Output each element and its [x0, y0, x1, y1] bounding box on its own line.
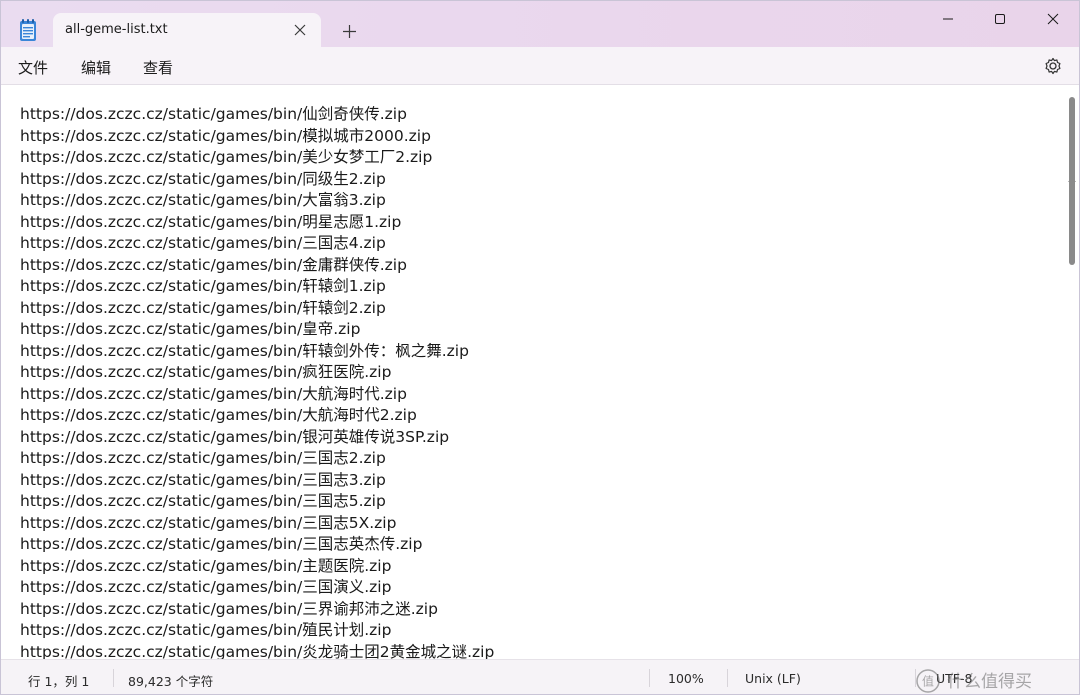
- text-line: https://dos.zczc.cz/static/games/bin/轩辕剑…: [20, 341, 469, 360]
- title-bar: all-geme-list.txt: [1, 1, 1079, 47]
- watermark-logo: 值 什么值得买: [916, 669, 1032, 693]
- text-line: https://dos.zczc.cz/static/games/bin/三国志…: [20, 535, 423, 553]
- text-line: https://dos.zczc.cz/static/games/bin/大航海…: [20, 384, 407, 403]
- text-line: https://dos.zczc.cz/static/games/bin/三国演…: [20, 578, 392, 596]
- svg-text:什么值得买: 什么值得买: [947, 672, 1032, 692]
- svg-text:值: 值: [922, 674, 934, 689]
- menu-file[interactable]: 文件: [18, 57, 48, 78]
- plus-icon: [342, 24, 356, 38]
- text-line: https://dos.zczc.cz/static/games/bin/银河英…: [20, 427, 450, 446]
- text-line: https://dos.zczc.cz/static/games/bin/美少女…: [20, 148, 433, 166]
- close-icon[interactable]: [289, 19, 311, 41]
- text-line: https://dos.zczc.cz/static/games/bin/三国志…: [20, 470, 386, 489]
- zoom-level[interactable]: 100%: [668, 671, 704, 686]
- text-line: https://dos.zczc.cz/static/games/bin/三国志…: [20, 234, 386, 252]
- text-line: https://dos.zczc.cz/static/games/bin/明星志…: [20, 212, 402, 231]
- gear-icon[interactable]: [1043, 56, 1063, 76]
- status-divider: [113, 669, 114, 687]
- new-tab-button[interactable]: [337, 19, 361, 43]
- maximize-icon: [995, 14, 1005, 24]
- text-line: https://dos.zczc.cz/static/games/bin/疯狂医…: [20, 363, 392, 381]
- cursor-position: 行 1，列 1: [28, 674, 90, 689]
- text-line: https://dos.zczc.cz/static/games/bin/仙剑奇…: [20, 105, 407, 123]
- status-divider: [727, 669, 728, 687]
- minimize-icon: [943, 18, 953, 20]
- text-line: https://dos.zczc.cz/static/games/bin/模拟城…: [20, 126, 431, 145]
- tab-all-geme-list[interactable]: all-geme-list.txt: [53, 13, 321, 47]
- menu-edit[interactable]: 编辑: [81, 57, 111, 78]
- close-window-button[interactable]: [1030, 5, 1076, 33]
- text-line: https://dos.zczc.cz/static/games/bin/皇帝.…: [20, 320, 361, 338]
- vertical-scrollbar-thumb[interactable]: [1069, 97, 1075, 265]
- notepad-window: all-geme-list.txt 文件 编辑 查看 https://dos.z…: [0, 0, 1080, 695]
- text-line: https://dos.zczc.cz/static/games/bin/三界谕…: [20, 599, 438, 618]
- menu-view[interactable]: 查看: [143, 57, 173, 78]
- text-line: https://dos.zczc.cz/static/games/bin/炎龙骑…: [20, 642, 495, 660]
- tab-title: all-geme-list.txt: [65, 22, 168, 37]
- text-line: https://dos.zczc.cz/static/games/bin/轩辕剑…: [20, 277, 386, 295]
- text-line: https://dos.zczc.cz/static/games/bin/殖民计…: [20, 621, 392, 639]
- text-line: https://dos.zczc.cz/static/games/bin/金庸群…: [20, 255, 407, 274]
- text-line: https://dos.zczc.cz/static/games/bin/同级生…: [20, 169, 386, 188]
- minimize-button[interactable]: [925, 5, 971, 33]
- menu-bar: 文件 编辑 查看: [1, 47, 1079, 85]
- text-line: https://dos.zczc.cz/static/games/bin/三国志…: [20, 449, 386, 467]
- status-bar: 行 1，列 1 89,423 个字符 100% Unix (LF) UTF-8 …: [1, 659, 1079, 694]
- maximize-button[interactable]: [977, 5, 1023, 33]
- text-line: https://dos.zczc.cz/static/games/bin/大航海…: [20, 406, 417, 424]
- text-line: https://dos.zczc.cz/static/games/bin/轩辕剑…: [20, 298, 386, 317]
- character-count: 89,423 个字符: [128, 674, 214, 689]
- line-ending[interactable]: Unix (LF): [745, 671, 801, 686]
- status-divider: [649, 669, 650, 687]
- text-line: https://dos.zczc.cz/static/games/bin/三国志…: [20, 513, 397, 532]
- text-line: https://dos.zczc.cz/static/games/bin/主题医…: [20, 556, 392, 575]
- text-line: https://dos.zczc.cz/static/games/bin/三国志…: [20, 492, 386, 510]
- text-line: https://dos.zczc.cz/static/games/bin/大富翁…: [20, 191, 386, 209]
- notepad-icon: [20, 19, 36, 41]
- text-lines: https://dos.zczc.cz/static/games/bin/仙剑奇…: [20, 104, 1060, 659]
- text-editor[interactable]: https://dos.zczc.cz/static/games/bin/仙剑奇…: [1, 86, 1079, 659]
- close-icon: [1047, 13, 1059, 25]
